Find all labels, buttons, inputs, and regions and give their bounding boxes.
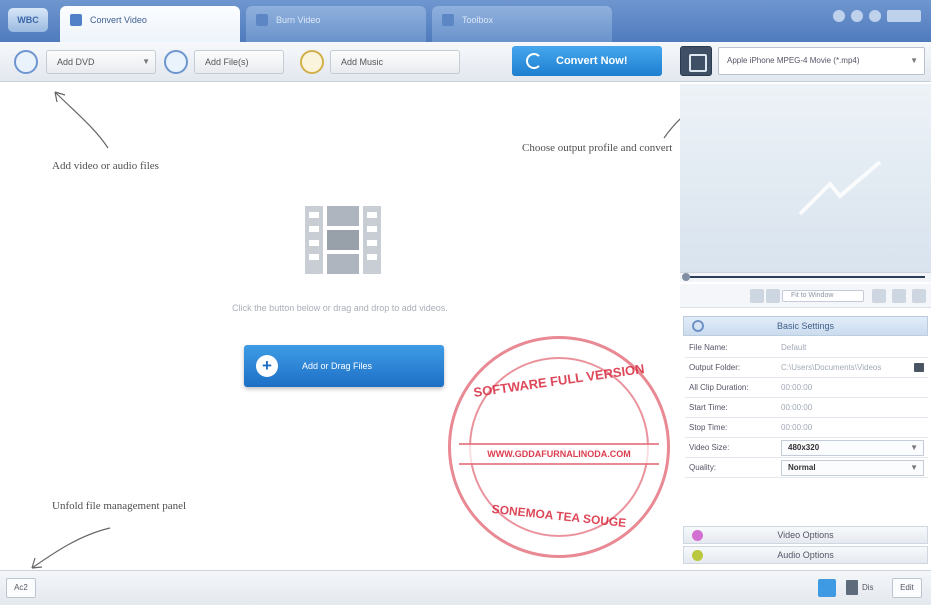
video-options-header[interactable]: Video Options — [683, 526, 928, 544]
quality-select[interactable]: Normal ▼ — [781, 460, 924, 476]
annotation-add-files: Add video or audio files — [52, 160, 159, 172]
setting-label: Output Folder: — [689, 363, 741, 372]
file-name-field[interactable]: Default — [781, 338, 924, 357]
setting-label: File Name: — [689, 343, 728, 352]
status-right-label: Dis — [862, 583, 874, 592]
unfold-panel-button[interactable]: Ac2 — [6, 578, 36, 598]
film-strip-icon — [305, 206, 381, 274]
seek-track[interactable] — [690, 276, 925, 278]
volume-icon[interactable] — [872, 289, 886, 303]
watermark-stamp: SOFTWARE FULL VERSION WWW.GDDAFURNALINOD… — [448, 336, 670, 558]
quality-value: Normal — [788, 463, 816, 472]
audio-options-header[interactable]: Audio Options — [683, 546, 928, 564]
settings-icon — [692, 320, 704, 332]
seek-thumb[interactable] — [682, 273, 690, 281]
folder-icon[interactable] — [912, 289, 926, 303]
browse-folder-icon[interactable] — [914, 363, 924, 372]
video-options-icon — [692, 530, 703, 541]
stop-time-field[interactable]: 00:00:00 — [781, 418, 924, 437]
basic-settings-title: Basic Settings — [776, 321, 835, 331]
preview-logo-watermark — [798, 160, 882, 216]
output-folder-field[interactable]: C:\Users\Documents\Videos — [781, 358, 924, 377]
basic-settings-header[interactable]: Basic Settings — [683, 316, 928, 336]
video-options-label: Video Options — [777, 530, 834, 540]
setting-start-time: Start Time: 00:00:00 — [685, 398, 928, 418]
setting-video-size: Video Size: 480x320 ▼ — [685, 438, 928, 458]
audio-options-label: Audio Options — [777, 550, 834, 560]
snapshot-icon[interactable] — [892, 289, 906, 303]
setting-label: Quality: — [689, 463, 717, 472]
clip-duration-value: 00:00:00 — [781, 383, 813, 392]
add-or-drag-label: Add or Drag Files — [302, 361, 373, 371]
setting-clip-duration: All Clip Duration: 00:00:00 — [685, 378, 928, 398]
stop-icon[interactable] — [766, 289, 780, 303]
audio-options-icon — [692, 550, 703, 561]
app-window: WBC Convert Video Burn Video Toolbox Add… — [0, 0, 931, 605]
setting-label: Video Size: — [689, 443, 730, 452]
preview-tools: Fit to Window — [680, 284, 931, 308]
status-blue-icon[interactable] — [818, 579, 836, 597]
video-size-select[interactable]: 480x320 ▼ — [781, 440, 924, 456]
annotation-unfold: Unfold file management panel — [52, 500, 187, 512]
empty-hint: Click the button below or drag and drop … — [232, 303, 448, 313]
setting-file-name: File Name: Default — [685, 338, 928, 358]
chevron-down-icon: ▼ — [910, 463, 918, 472]
setting-output-folder: Output Folder: C:\Users\Documents\Videos — [685, 358, 928, 378]
status-bar: Ac2 Dis Edit — [0, 570, 931, 605]
setting-label: Stop Time: — [689, 423, 728, 432]
video-size-value: 480x320 — [788, 443, 820, 452]
setting-label: Start Time: — [689, 403, 728, 412]
watermark-url: WWW.GDDAFURNALINODA.COM — [459, 443, 659, 465]
setting-label: All Clip Duration: — [689, 383, 749, 392]
start-time-field[interactable]: 00:00:00 — [781, 398, 924, 417]
document-icon[interactable] — [846, 580, 858, 595]
zoom-select[interactable]: Fit to Window — [782, 290, 864, 302]
setting-quality: Quality: Normal ▼ — [685, 458, 928, 478]
chevron-down-icon: ▼ — [910, 443, 918, 452]
status-edit-button[interactable]: Edit — [892, 578, 922, 598]
add-or-drag-files-button[interactable]: + Add or Drag Files — [244, 345, 444, 387]
play-icon[interactable] — [750, 289, 764, 303]
seek-bar[interactable] — [680, 272, 931, 282]
video-preview — [680, 84, 931, 274]
annotation-output: Choose output profile and convert — [522, 142, 673, 154]
plus-icon: + — [256, 355, 278, 377]
setting-stop-time: Stop Time: 00:00:00 — [685, 418, 928, 438]
